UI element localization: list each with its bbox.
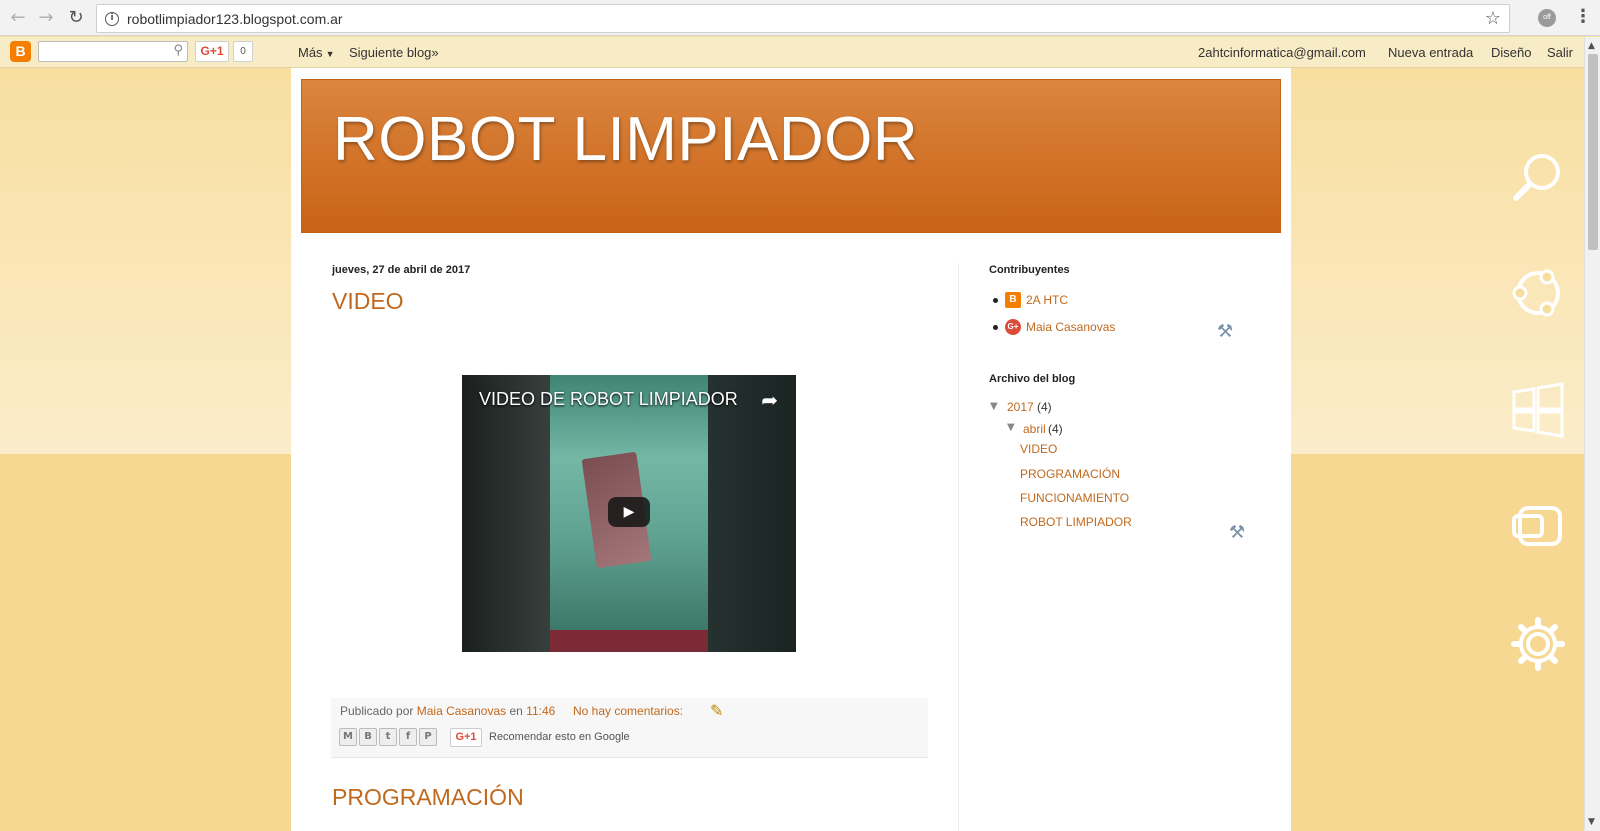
bookmark-star-icon[interactable]: ☆ (1485, 8, 1501, 29)
post-date: jueves, 27 de abril de 2017 (332, 264, 471, 276)
more-menu[interactable]: Más ▼ (298, 45, 334, 60)
comments-link[interactable]: No hay comentarios: (573, 704, 683, 718)
next-blog-link[interactable]: Siguiente blog» (349, 45, 439, 60)
gplus-button[interactable]: G+1 (195, 41, 229, 62)
extension-icon[interactable]: off (1538, 9, 1556, 27)
blogger-profile-icon: B (1005, 292, 1021, 308)
user-email[interactable]: 2ahtcinformatica@gmail.com (1198, 45, 1366, 60)
post-time-link[interactable]: 11:46 (526, 704, 555, 718)
blog-search-input[interactable]: ⚲ (38, 41, 188, 62)
address-bar[interactable]: i robotlimpiador123.blogspot.com.ar ☆ (96, 4, 1510, 33)
vertical-scrollbar[interactable]: ▲ ▼ (1584, 37, 1600, 831)
published-by-label: Publicado por (340, 704, 414, 718)
reload-icon[interactable]: ↻ (66, 8, 86, 28)
author-link[interactable]: Maia Casanovas (417, 704, 506, 718)
magnifier-icon[interactable] (1510, 150, 1566, 206)
archive-post-link[interactable]: ROBOT LIMPIADOR (1020, 515, 1132, 529)
archive-post-link[interactable]: VIDEO (1020, 442, 1057, 456)
scroll-thumb[interactable] (1588, 54, 1598, 250)
archive-year-link[interactable]: 2017 (1007, 400, 1034, 414)
contributor-link[interactable]: Maia Casanovas (1026, 320, 1115, 334)
edit-pencil-icon[interactable]: ✎ (710, 701, 723, 720)
gear-icon[interactable] (1510, 616, 1566, 672)
info-icon[interactable]: i (105, 12, 119, 26)
design-link[interactable]: Diseño (1491, 45, 1531, 60)
pinterest-share-icon[interactable]: P (419, 728, 437, 746)
next-post-title[interactable]: PROGRAMACIÓN (332, 784, 524, 811)
contributor-link[interactable]: 2A HTC (1026, 293, 1068, 307)
window-switch-icon[interactable] (1510, 500, 1566, 556)
ubuntu-icon[interactable] (1510, 265, 1566, 321)
blogger-logo-icon[interactable]: B (10, 41, 31, 62)
facebook-share-icon[interactable]: f (399, 728, 417, 746)
forward-arrow-icon[interactable]: → (36, 8, 56, 28)
email-share-icon[interactable]: M (339, 728, 357, 746)
contributors-heading: Contribuyentes (989, 264, 1070, 276)
twitter-share-icon[interactable]: t (379, 728, 397, 746)
blog-header: ROBOT LIMPIADOR (301, 79, 1281, 233)
browser-menu-icon[interactable]: ⋮ (1574, 6, 1592, 27)
recommend-label: Recomendar esto en Google (489, 731, 630, 743)
video-frame-right (708, 375, 796, 652)
collapse-triangle-icon[interactable]: ▼ (1007, 422, 1015, 433)
blog-title[interactable]: ROBOT LIMPIADOR (333, 104, 918, 175)
blogger-navbar: B ⚲ G+1 0 Más ▼ Siguiente blog» 2ahtcinfo… (0, 37, 1584, 68)
video-frame-floor (550, 630, 708, 652)
at-label: en (509, 704, 523, 718)
archive-month-link[interactable]: abril (1023, 422, 1046, 436)
video-embed[interactable]: VIDEO DE ROBOT LIMPIADOR ➦ ▶ (462, 375, 796, 652)
archive-month-count: (4) (1048, 422, 1063, 436)
list-bullet (993, 298, 998, 303)
windows-icon[interactable] (1510, 382, 1566, 438)
archive-year-count: (4) (1037, 400, 1052, 414)
post-footer: Publicado por Maia Casanovas en 11:46 No… (331, 698, 928, 758)
video-frame-left (462, 375, 550, 652)
browser-toolbar: ← → ↻ i robotlimpiador123.blogspot.com.a… (0, 0, 1600, 36)
new-post-link[interactable]: Nueva entrada (1388, 45, 1473, 60)
url-text[interactable]: robotlimpiador123.blogspot.com.ar (127, 11, 343, 27)
play-button-icon[interactable]: ▶ (608, 497, 650, 527)
share-arrow-icon[interactable]: ➦ (761, 388, 778, 412)
column-divider (958, 263, 959, 831)
blogger-share-icon[interactable]: B (359, 728, 377, 746)
logout-link[interactable]: Salir (1547, 45, 1573, 60)
back-arrow-icon[interactable]: ← (8, 8, 28, 28)
post-byline: Publicado por Maia Casanovas en 11:46 (340, 704, 555, 718)
scroll-down-arrow-icon[interactable]: ▼ (1588, 817, 1595, 827)
more-label[interactable]: Más (298, 45, 323, 60)
gplus-share-button[interactable]: G+1 (450, 728, 482, 747)
blog-content: ROBOT LIMPIADOR jueves, 27 de abril de 2… (291, 68, 1291, 831)
scroll-up-arrow-icon[interactable]: ▲ (1588, 41, 1595, 51)
edit-gadget-tools-icon[interactable]: ⚒ (1229, 522, 1245, 543)
collapse-triangle-icon[interactable]: ▼ (990, 401, 998, 412)
archive-post-link[interactable]: PROGRAMACIÓN (1020, 467, 1120, 481)
search-icon[interactable]: ⚲ (173, 43, 183, 58)
gplus-count: 0 (233, 41, 253, 62)
post-title[interactable]: VIDEO (332, 288, 404, 315)
google-plus-profile-icon: G+ (1005, 319, 1021, 335)
archive-post-link[interactable]: FUNCIONAMIENTO (1020, 491, 1129, 505)
archive-heading: Archivo del blog (989, 373, 1076, 385)
caret-down-icon: ▼ (325, 49, 335, 59)
edit-gadget-tools-icon[interactable]: ⚒ (1217, 321, 1233, 342)
video-title[interactable]: VIDEO DE ROBOT LIMPIADOR (479, 389, 738, 410)
list-bullet (993, 325, 998, 330)
